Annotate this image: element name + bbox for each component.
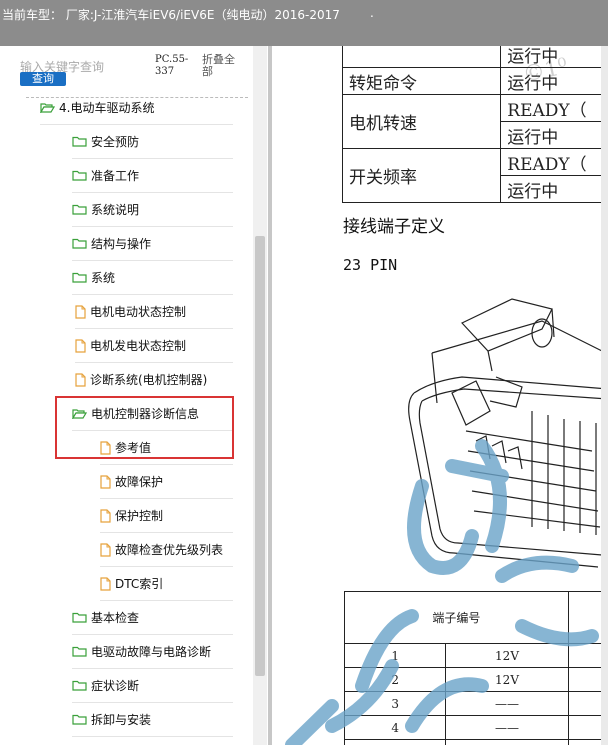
document-icon <box>100 576 111 591</box>
terminal-value-cell: 12V <box>445 643 569 668</box>
folder-icon <box>72 680 87 691</box>
terminal-number-cell: 4 <box>343 715 447 740</box>
terminal-number-cell: 2 <box>343 667 447 692</box>
folder-icon <box>72 170 87 181</box>
navigation-panel: 输入关键字查询 查询 PC.55-337 折叠全部 4.电动车驱动系统 安全预防准… <box>0 46 268 745</box>
tree-item-label: 系统说明 <box>91 203 140 217</box>
tree-item[interactable]: 故障保护 <box>100 465 233 499</box>
tree-item[interactable]: 故障检查优先级列表 <box>100 533 233 567</box>
terminal-definition-heading: 接线端子定义 <box>343 217 445 237</box>
tree-item[interactable]: 保护控制 <box>100 499 233 533</box>
table-row: 2 12V <box>343 667 608 692</box>
param-cell: 电机转速 <box>341 94 502 149</box>
folder-icon <box>72 136 87 147</box>
fold-all-button[interactable]: 折叠全部 <box>202 54 242 78</box>
table-row: 3 —— <box>343 691 608 716</box>
tree-item[interactable]: 基本检查 <box>72 601 233 635</box>
table-row: 1 12V <box>343 643 608 668</box>
tree-item[interactable]: 电机电动状态控制 <box>75 295 233 329</box>
tree-item-label: 结构与操作 <box>91 237 152 251</box>
table-header-row: 端子编号 <box>344 591 608 644</box>
terminal-table: 端子编号112V212V3——4——5 <box>343 591 608 745</box>
title-trailing: . <box>370 6 374 20</box>
pc-code: PC.55-337 <box>155 54 189 77</box>
folder-icon <box>72 238 87 249</box>
table-row: 运行中 <box>341 46 608 68</box>
connector-drawing <box>408 298 608 568</box>
tree-item[interactable]: 4.电动车驱动系统 <box>40 91 233 125</box>
tree-item[interactable]: 电驱动故障与电路诊断 <box>72 635 233 669</box>
tree-item[interactable]: 系统说明 <box>72 193 233 227</box>
tree-item-label: 拆卸与安装 <box>91 713 152 727</box>
document-view: ©1⁰ 运行中 转矩命令 运行中 电机转速 READY（ 运行中 开关频率 READY（ 运行中… <box>272 46 608 745</box>
document-icon <box>100 508 111 523</box>
tree-item-label: 保护控制 <box>115 509 164 523</box>
value-cell: 运行中 <box>500 175 608 203</box>
terminal-number-cell: 3 <box>343 691 447 716</box>
tree-item[interactable]: DTC索引 <box>100 567 233 601</box>
table-row: 4 —— <box>343 715 608 740</box>
terminal-value-cell: —— <box>445 691 569 716</box>
value-cell: 运行中 <box>500 67 608 95</box>
vehicle-title: 当前车型： 厂家:J-江淮汽车iEV6/iEV6E（纯电动）2016-2017 <box>2 8 340 22</box>
document-icon <box>100 542 111 557</box>
folder-icon <box>72 646 87 657</box>
selection-highlight-box <box>55 396 234 459</box>
tree-item-label: 准备工作 <box>91 169 140 183</box>
folder-open-icon <box>40 103 55 113</box>
terminal-number-cell: 1 <box>343 643 447 668</box>
param-cell: 开关频率 <box>341 148 502 203</box>
tree-item[interactable]: 拆卸与安装 <box>72 703 233 737</box>
folder-icon <box>72 204 87 215</box>
title-bar: 当前车型： 厂家:J-江淮汽车iEV6/iEV6E（纯电动）2016-2017 … <box>0 0 608 46</box>
search-button[interactable]: 查询 <box>20 72 66 86</box>
table-row: 5 <box>343 739 608 745</box>
tree-item-label: 电机电动状态控制 <box>90 305 187 319</box>
terminal-value-cell <box>445 739 569 745</box>
value-cell: 运行中 <box>500 121 608 149</box>
folder-icon <box>72 272 87 283</box>
table-row: 电机转速 READY（ <box>341 94 608 149</box>
tree-item-label: 症状诊断 <box>91 679 140 693</box>
tree-item-label: 电机发电状态控制 <box>90 339 187 353</box>
scrollbar-thumb[interactable] <box>255 236 265 676</box>
tree-item-label: 诊断系统(电机控制器) <box>90 373 208 387</box>
value-cell: READY（ <box>500 148 608 176</box>
tree-item[interactable]: 电机发电状态控制 <box>75 329 233 363</box>
tree-item[interactable]: 准备工作 <box>72 159 233 193</box>
tree-item-label: 基本检查 <box>91 611 140 625</box>
tree-item-label: 4.电动车驱动系统 <box>59 101 155 115</box>
param-cell <box>341 46 502 68</box>
tree-item-label: 故障检查优先级列表 <box>115 543 224 557</box>
document-icon <box>75 372 86 387</box>
tree-item[interactable]: 安全预防 <box>72 125 233 159</box>
tree-item-label: 系统 <box>91 271 116 285</box>
value-cell: 运行中 <box>500 46 608 68</box>
table-row: 开关频率 READY（ <box>341 148 608 203</box>
terminal-header-cell: 端子编号 <box>344 591 569 644</box>
document-icon <box>100 474 111 489</box>
folder-icon <box>72 612 87 623</box>
tree-item[interactable]: 结构与操作 <box>72 227 233 261</box>
value-cell: READY（ <box>500 94 608 122</box>
pin-count-label: 23 PIN <box>343 256 398 274</box>
document-icon <box>75 304 86 319</box>
document-scroll-edge <box>601 46 608 745</box>
tree-scrollbar[interactable] <box>253 46 267 745</box>
terminal-number-cell: 5 <box>343 739 447 745</box>
tree-item[interactable]: 诊断系统(电机控制器) <box>75 363 233 397</box>
terminal-value-cell: —— <box>445 715 569 740</box>
tree-item-label: 安全预防 <box>91 135 140 149</box>
folder-icon <box>72 714 87 725</box>
terminal-value-cell: 12V <box>445 667 569 692</box>
tree-item-label: 电驱动故障与电路诊断 <box>91 645 212 659</box>
tree-item-label: DTC索引 <box>115 577 164 591</box>
tree-item-label: 故障保护 <box>115 475 164 489</box>
tree-item[interactable]: 症状诊断 <box>72 669 233 703</box>
document-icon <box>75 338 86 353</box>
table-row: 转矩命令 运行中 <box>341 67 608 95</box>
param-cell: 转矩命令 <box>341 67 502 95</box>
reference-value-table: 运行中 转矩命令 运行中 电机转速 READY（ 运行中 开关频率 READY（ 运行中 <box>341 46 608 203</box>
tree-item[interactable]: 系统 <box>72 261 233 295</box>
